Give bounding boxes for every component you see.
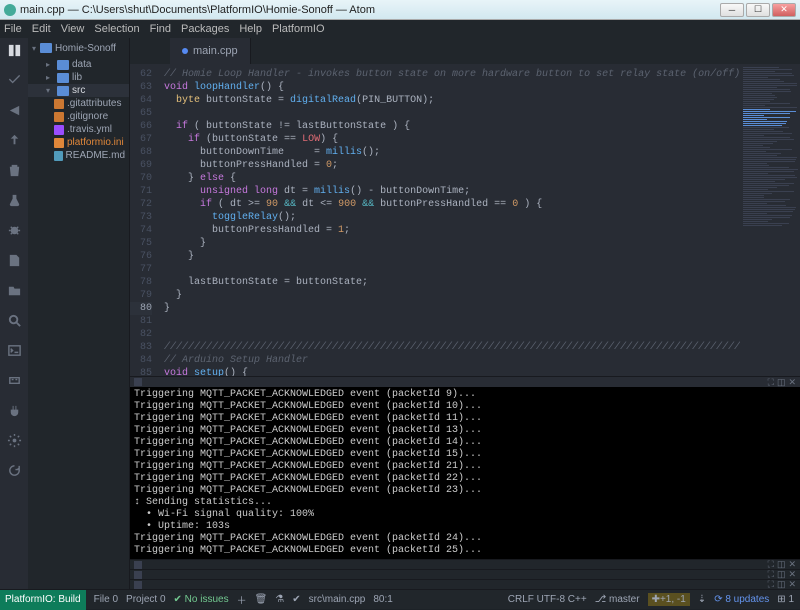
menu-selection[interactable]: Selection — [94, 23, 139, 35]
project-header[interactable]: ▾ Homie-Sonoff — [28, 38, 129, 58]
menu-view[interactable]: View — [61, 23, 85, 35]
tree-item--gitattributes[interactable]: .gitattributes — [28, 97, 129, 110]
terminal-tab-4[interactable] — [134, 581, 142, 589]
tree-item--gitignore[interactable]: .gitignore — [28, 110, 129, 123]
tree-item-data[interactable]: ▸data — [28, 58, 129, 71]
code-editor[interactable]: 6263646566676869707172737475767778798081… — [130, 64, 740, 376]
terminal-panel: ⛶ ◫ ✕ Triggering MQTT_PACKET_ACKNOWLEDGE… — [130, 376, 800, 589]
check-icon[interactable] — [6, 72, 22, 88]
close-button[interactable]: ✕ — [772, 3, 796, 17]
minimap[interactable] — [740, 64, 800, 376]
menu-platformio[interactable]: PlatformIO — [272, 23, 325, 35]
term-maximize-icon[interactable]: ⛶ — [768, 579, 774, 590]
test-icon[interactable] — [6, 192, 22, 208]
terminal-tab-2[interactable] — [134, 561, 142, 569]
minimize-button[interactable]: ─ — [720, 3, 744, 17]
terminal-tab-3[interactable] — [134, 571, 142, 579]
term-split-icon[interactable]: ◫ — [777, 579, 786, 590]
terminal-tab[interactable] — [134, 378, 142, 386]
window-title: main.cpp — C:\Users\shut\Documents\Platf… — [20, 4, 720, 16]
titlebar: main.cpp — C:\Users\shut\Documents\Platf… — [0, 0, 800, 20]
statusbar: PlatformIO: Build File 0 Project 0 ✔ No … — [0, 589, 800, 609]
upload-icon[interactable] — [6, 132, 22, 148]
tree-item-platformio-ini[interactable]: platformio.ini — [28, 136, 129, 149]
maximize-button[interactable]: ☐ — [746, 3, 770, 17]
menu-find[interactable]: Find — [150, 23, 171, 35]
file-icon[interactable] — [6, 252, 22, 268]
term-close-icon[interactable]: ✕ — [788, 579, 796, 590]
menu-help[interactable]: Help — [239, 23, 262, 35]
bug-icon[interactable] — [6, 222, 22, 238]
code-content[interactable]: // Homie Loop Handler - invokes button s… — [158, 64, 740, 376]
toggle-button[interactable] — [6, 42, 22, 58]
tree-item--travis-yml[interactable]: .travis.yml — [28, 123, 129, 136]
term-close-icon[interactable]: ✕ — [788, 377, 796, 388]
arrow-icon[interactable] — [6, 102, 22, 118]
settings-icon[interactable] — [6, 432, 22, 448]
file-tree: ▸data▸lib▾src.gitattributes.gitignore.tr… — [28, 58, 129, 162]
serial-icon[interactable] — [6, 372, 22, 388]
project-name: Homie-Sonoff — [55, 43, 116, 54]
tab-label: main.cpp — [193, 45, 238, 57]
line-gutter: 6263646566676869707172737475767778798081… — [130, 64, 158, 376]
menu-edit[interactable]: Edit — [32, 23, 51, 35]
term-split-icon[interactable]: ◫ — [777, 377, 786, 388]
modified-dot-icon — [182, 48, 188, 54]
sidebar: ▾ Homie-Sonoff ▸data▸lib▾src.gitattribut… — [28, 38, 130, 589]
term-maximize-icon[interactable]: ⛶ — [768, 377, 774, 388]
tree-item-lib[interactable]: ▸lib — [28, 71, 129, 84]
refresh-icon[interactable] — [6, 462, 22, 478]
menu-file[interactable]: File — [4, 23, 22, 35]
app-icon — [4, 4, 16, 16]
tab-main-cpp[interactable]: main.cpp — [170, 38, 251, 64]
terminal-output[interactable]: Triggering MQTT_PACKET_ACKNOWLEDGED even… — [130, 387, 800, 559]
tree-item-README-md[interactable]: README.md — [28, 149, 129, 162]
folder-icon[interactable] — [6, 282, 22, 298]
trash-icon[interactable] — [6, 162, 22, 178]
tab-bar: main.cpp — [130, 38, 800, 64]
tree-item-src[interactable]: ▾src — [28, 84, 129, 97]
search-icon[interactable] — [6, 312, 22, 328]
terminal-icon[interactable] — [6, 342, 22, 358]
activity-bar — [0, 38, 28, 589]
plug-icon[interactable] — [6, 402, 22, 418]
menu-packages[interactable]: Packages — [181, 23, 229, 35]
menubar: File Edit View Selection Find Packages Help Pla… — [0, 20, 800, 38]
